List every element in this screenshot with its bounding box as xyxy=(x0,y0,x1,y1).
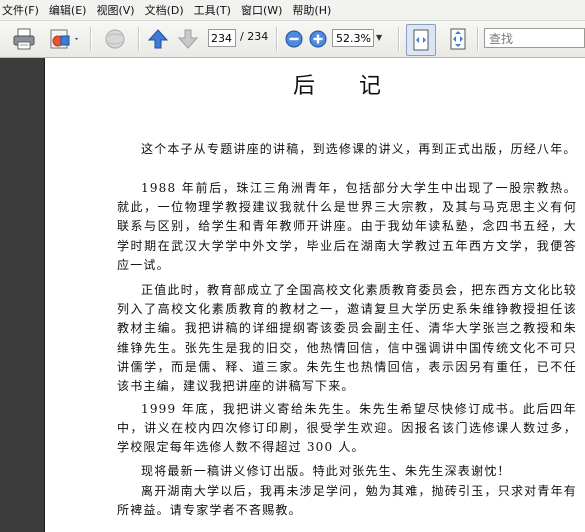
navigation-panel[interactable] xyxy=(0,58,44,532)
paragraph: 1988 年前后，珠江三角洲青年，包括部分大学生中出现了一股宗教热。就此，一位物… xyxy=(117,181,577,272)
menu-window[interactable]: 窗口(W) xyxy=(237,2,288,18)
fit-page-button[interactable] xyxy=(444,24,472,54)
arrow-down-icon xyxy=(177,29,199,49)
collaborate-button[interactable] xyxy=(100,26,130,52)
fit-width-button[interactable] xyxy=(406,24,436,56)
zoom-out-button[interactable] xyxy=(284,29,304,49)
fit-page-icon xyxy=(450,28,466,50)
fit-width-icon xyxy=(413,29,429,51)
paragraph: 离开湖南大学以后，我再未涉足学问，勉为其难，抛砖引玉，只求对青年有所裨益。请专家… xyxy=(117,484,577,518)
page-count: / 234 xyxy=(240,30,269,43)
paragraph: 现将最新一稿讲义修订出版。特此对张先生、朱先生深表谢忱！ xyxy=(141,464,511,478)
minus-icon xyxy=(285,30,303,48)
printer-icon xyxy=(13,28,35,50)
menu-document[interactable]: 文档(D) xyxy=(141,2,190,18)
page-title: 后记 xyxy=(292,74,425,99)
document-page: 后记 这个本子从专题讲座的讲稿，到选修课的讲义，再到正式出版，历经八年。 198… xyxy=(45,58,585,532)
email-icon xyxy=(50,29,78,49)
paragraph: 这个本子从专题讲座的讲稿，到选修课的讲义，再到正式出版，历经八年。 xyxy=(141,142,577,156)
menu-view[interactable]: 视图(V) xyxy=(92,2,140,18)
menu-file[interactable]: 文件(F) xyxy=(0,2,45,18)
arrow-up-icon xyxy=(147,29,169,49)
toolbar: 234 / 234 52.3% ▼ 查找 xyxy=(0,21,585,58)
chevron-down-icon[interactable]: ▼ xyxy=(376,29,386,47)
paragraph: 1999 年底，我把讲义寄给朱先生。朱先生希望尽快修订成书。此后四年中，讲义在校… xyxy=(117,402,577,455)
toolbar-separator xyxy=(90,27,92,51)
toolbar-separator xyxy=(276,27,278,51)
menu-tools[interactable]: 工具(T) xyxy=(190,2,237,18)
email-button[interactable] xyxy=(46,26,82,52)
zoom-level-input[interactable]: 52.3% xyxy=(332,29,374,47)
page-number-input[interactable]: 234 xyxy=(208,29,236,47)
next-page-button[interactable] xyxy=(176,27,200,51)
toolbar-separator xyxy=(398,27,400,51)
menu-help[interactable]: 帮助(H) xyxy=(288,2,337,18)
plus-icon xyxy=(309,30,327,48)
paragraph: 正值此时，教育部成立了全国高校文化素质教育委员会，把东西方文化比较列入了高校文化… xyxy=(117,283,577,394)
toolbar-separator xyxy=(138,27,140,51)
menu-edit[interactable]: 编辑(E) xyxy=(45,2,93,18)
globe-icon xyxy=(105,29,125,49)
menu-bar: 文件(F) 编辑(E) 视图(V) 文档(D) 工具(T) 窗口(W) 帮助(H… xyxy=(0,0,585,21)
previous-page-button[interactable] xyxy=(146,27,170,51)
zoom-in-button[interactable] xyxy=(308,29,328,49)
toolbar-separator xyxy=(477,27,479,51)
search-input[interactable]: 查找 xyxy=(484,28,585,48)
print-button[interactable] xyxy=(8,26,40,52)
